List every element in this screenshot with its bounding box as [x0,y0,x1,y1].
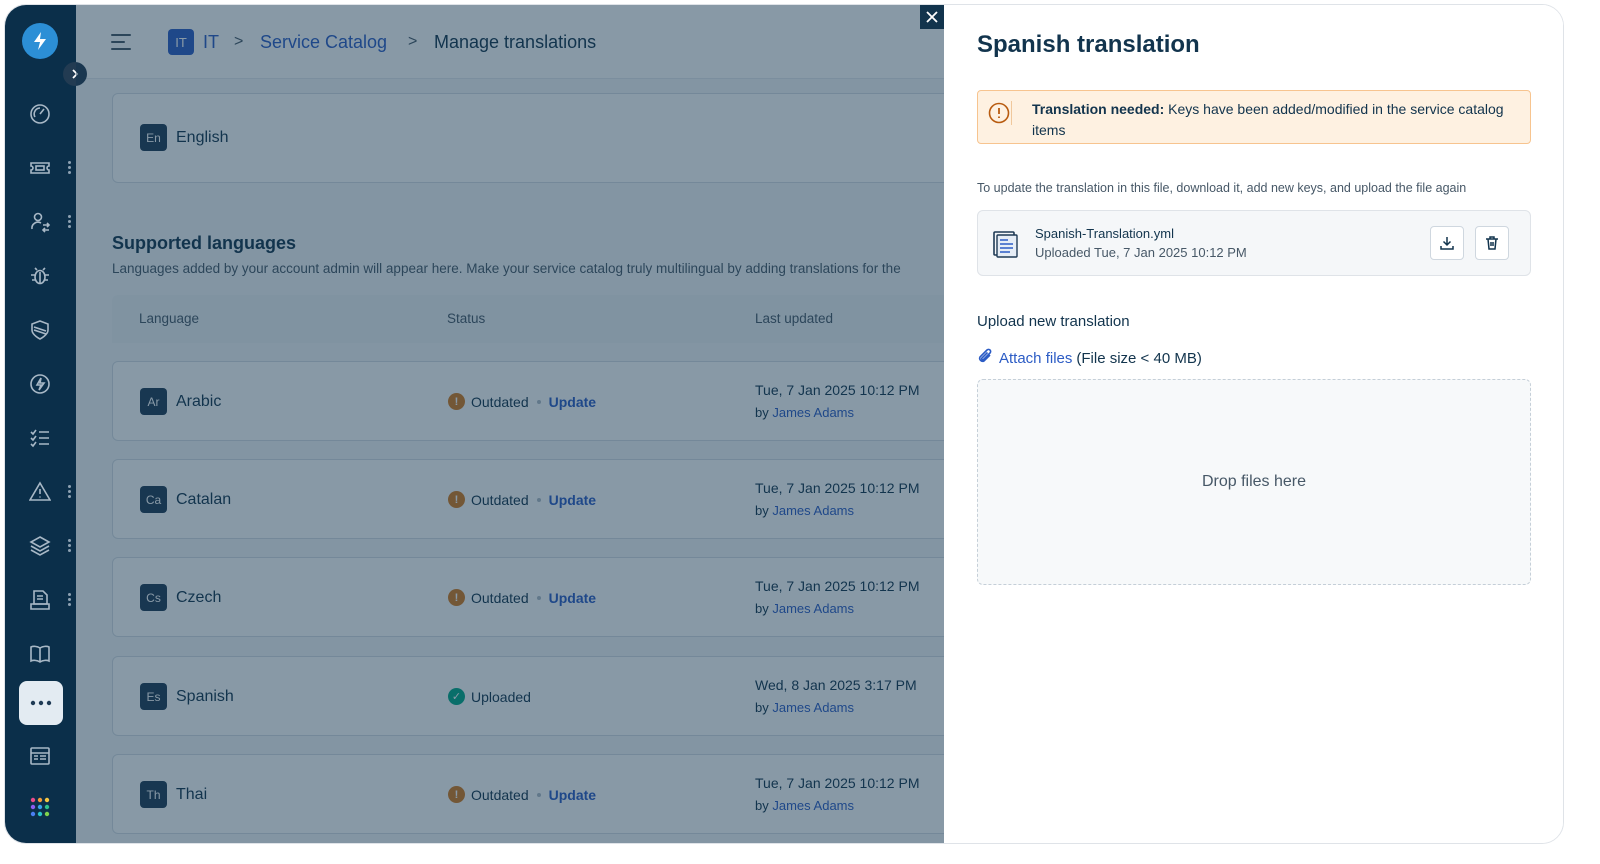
reports-icon[interactable] [26,586,54,614]
file-upload-meta: Uploaded Tue, 7 Jan 2025 10:12 PM [1035,245,1247,260]
reports-more-icon[interactable] [66,592,72,606]
download-button[interactable] [1430,226,1464,260]
apps-icon[interactable] [26,793,54,821]
alert-message: Translation needed: Keys have been added… [1032,99,1512,141]
translation-needed-alert: Translation needed: Keys have been added… [977,90,1531,144]
document-icon [992,230,1018,258]
close-drawer-button[interactable] [920,5,944,29]
sidebar [5,5,76,843]
changes-more-icon[interactable] [66,214,72,228]
drawer-title: Spanish translation [977,31,1200,58]
uploaded-file-card: Spanish-Translation.yml Uploaded Tue, 7 … [977,210,1531,276]
assets-icon[interactable] [26,532,54,560]
catalog-icon[interactable] [26,742,54,770]
more-icon[interactable] [19,681,63,725]
upload-section-title: Upload new translation [977,313,1130,330]
releases-icon[interactable] [26,370,54,398]
app-logo-icon[interactable] [22,23,58,59]
dashboard-icon[interactable] [26,100,54,128]
delete-button[interactable] [1475,226,1509,260]
problems-icon[interactable] [26,262,54,290]
file-name: Spanish-Translation.yml [1035,226,1174,241]
alerts-icon[interactable] [26,478,54,506]
dropzone-label: Drop files here [1201,473,1307,490]
warning-icon [988,101,1012,125]
tickets-icon[interactable] [26,154,54,182]
assets-more-icon[interactable] [66,538,72,552]
file-size-limit: (File size < 40 MB) [1076,349,1202,367]
tickets-more-icon[interactable] [66,160,72,174]
attach-files-link[interactable]: Attach files [999,350,1072,367]
file-dropzone[interactable]: Drop files here [977,379,1531,585]
modal-backdrop[interactable] [76,5,1015,843]
alerts-more-icon[interactable] [66,484,72,498]
solutions-icon[interactable] [26,640,54,668]
changes-icon[interactable] [26,208,54,236]
paperclip-icon [977,347,993,369]
attach-files-row: Attach files (File size < 40 MB) [977,347,1202,369]
security-icon[interactable] [26,316,54,344]
app-window: IT IT > Service Catalog > Manage transla… [4,4,1564,844]
tasks-icon[interactable] [26,424,54,452]
translation-drawer: Spanish translation Translation needed: … [944,5,1563,843]
help-text: To update the translation in this file, … [977,181,1467,195]
alert-title: Translation needed: [1032,101,1165,117]
